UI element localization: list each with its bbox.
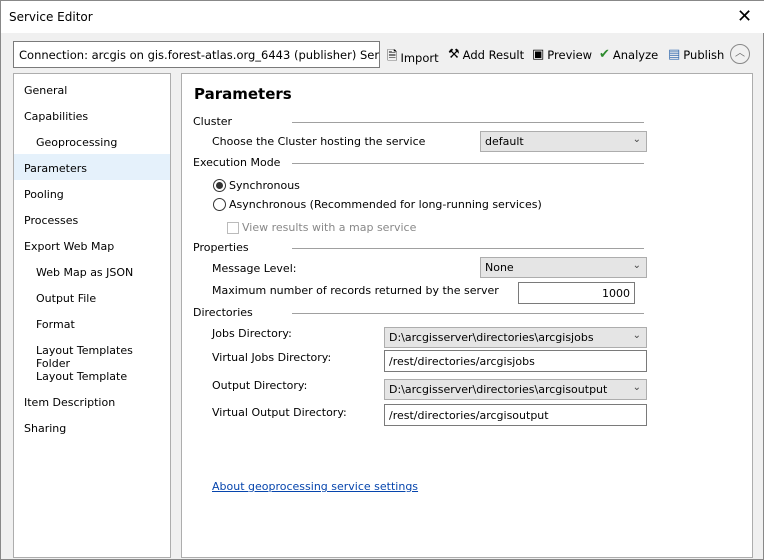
sidebar-item-sharing[interactable]: Sharing: [14, 414, 170, 440]
analyze-label: Analyze: [612, 47, 659, 62]
sidebar-item-geoprocessing[interactable]: Geoprocessing: [14, 128, 170, 154]
sidebar: General Capabilities Geoprocessing Param…: [13, 73, 171, 558]
sidebar-item-layout-templates-folder[interactable]: Layout Templates Folder: [14, 336, 170, 370]
output-directory-label: Output Directory:: [212, 379, 308, 392]
chevron-down-icon: ⌄: [632, 134, 641, 145]
message-level-dropdown[interactable]: None ⌄: [480, 257, 647, 278]
cluster-dropdown[interactable]: default ⌄: [480, 131, 647, 152]
help-link[interactable]: About geoprocessing service settings: [212, 480, 418, 493]
sidebar-item-capabilities[interactable]: Capabilities: [14, 102, 170, 128]
sidebar-item-pooling[interactable]: Pooling: [14, 180, 170, 206]
sidebar-item-layout-template[interactable]: Layout Template: [14, 362, 170, 388]
properties-section: Properties: [193, 241, 249, 254]
directories-section: Directories: [193, 306, 253, 319]
divider: [292, 163, 644, 164]
message-level-label: Message Level:: [212, 262, 297, 275]
cluster-section: Cluster: [193, 115, 233, 128]
sidebar-item-output-file[interactable]: Output File: [14, 284, 170, 310]
message-level-value: None: [485, 261, 514, 274]
add-result-button[interactable]: ⚒ Add Result: [448, 47, 524, 62]
asynchronous-radio[interactable]: Asynchronous (Recommended for long-runni…: [213, 198, 542, 211]
cluster-value: default: [485, 135, 524, 148]
divider: [292, 122, 644, 123]
divider: [292, 313, 644, 314]
radio-checked-icon: [213, 179, 226, 192]
virtual-output-input[interactable]: /rest/directories/arcgisoutput: [384, 404, 647, 426]
page-title: Parameters: [194, 85, 292, 103]
virtual-jobs-label: Virtual Jobs Directory:: [212, 351, 332, 364]
preview-icon: ▣: [532, 47, 545, 62]
analyze-button[interactable]: ✔ Analyze: [599, 47, 658, 62]
output-directory-value: D:\arcgisserver\directories\arcgisoutput: [389, 383, 608, 396]
parameters-panel: Parameters Cluster Choose the Cluster ho…: [181, 73, 753, 558]
close-icon[interactable]: ✕: [737, 6, 752, 27]
import-button[interactable]: 🗎 Import: [387, 47, 439, 69]
sidebar-item-export-web-map[interactable]: Export Web Map: [14, 232, 170, 258]
sidebar-item-general[interactable]: General: [14, 76, 170, 102]
sidebar-item-parameters[interactable]: Parameters: [14, 154, 170, 180]
max-records-input[interactable]: 1000: [518, 282, 635, 304]
preview-label: Preview: [547, 47, 593, 62]
checkbox-icon: [227, 221, 239, 234]
cluster-label: Choose the Cluster hosting the service: [212, 135, 426, 148]
virtual-jobs-input[interactable]: /rest/directories/arcgisjobs: [384, 350, 647, 372]
window-title: Service Editor: [9, 10, 93, 24]
radio-unchecked-icon: [213, 198, 226, 211]
add-result-label: Add Result: [462, 47, 525, 62]
hammer-icon: ⚒: [448, 47, 460, 62]
collapse-icon[interactable]: ︿: [730, 44, 750, 64]
publish-label: Publish: [683, 47, 725, 62]
view-results-label: View results with a map service: [242, 221, 417, 234]
synchronous-radio[interactable]: Synchronous: [213, 179, 300, 192]
divider: [292, 248, 644, 249]
asynchronous-label: Asynchronous (Recommended for long-runni…: [229, 198, 542, 211]
sidebar-item-web-map-json[interactable]: Web Map as JSON: [14, 258, 170, 284]
sidebar-item-format[interactable]: Format: [14, 310, 170, 336]
execution-section: Execution Mode: [193, 156, 281, 169]
sidebar-item-processes[interactable]: Processes: [14, 206, 170, 232]
output-directory-dropdown[interactable]: D:\arcgisserver\directories\arcgisoutput…: [384, 379, 647, 400]
jobs-directory-dropdown[interactable]: D:\arcgisserver\directories\arcgisjobs ⌄: [384, 327, 647, 348]
publish-icon: ▤: [668, 47, 681, 62]
import-icon: 🗎: [387, 49, 398, 64]
virtual-output-label: Virtual Output Directory:: [212, 406, 347, 419]
title-bar: Service Editor ✕: [1, 1, 764, 33]
synchronous-label: Synchronous: [229, 179, 300, 192]
chevron-down-icon: ⌄: [632, 260, 641, 271]
view-results-checkbox[interactable]: View results with a map service: [227, 221, 416, 234]
checkmark-icon: ✔: [599, 47, 610, 62]
publish-button[interactable]: ▤ Publish: [668, 47, 724, 62]
jobs-directory-label: Jobs Directory:: [212, 327, 292, 340]
import-label: Import: [400, 51, 439, 65]
jobs-directory-value: D:\arcgisserver\directories\arcgisjobs: [389, 331, 594, 344]
chevron-down-icon: ⌄: [632, 382, 641, 393]
max-records-label: Maximum number of records returned by th…: [212, 284, 499, 297]
connection-field[interactable]: Connection: arcgis on gis.forest-atlas.o…: [13, 41, 380, 68]
preview-button[interactable]: ▣ Preview: [532, 47, 592, 62]
sidebar-item-item-description[interactable]: Item Description: [14, 388, 170, 414]
chevron-down-icon: ⌄: [632, 330, 641, 341]
